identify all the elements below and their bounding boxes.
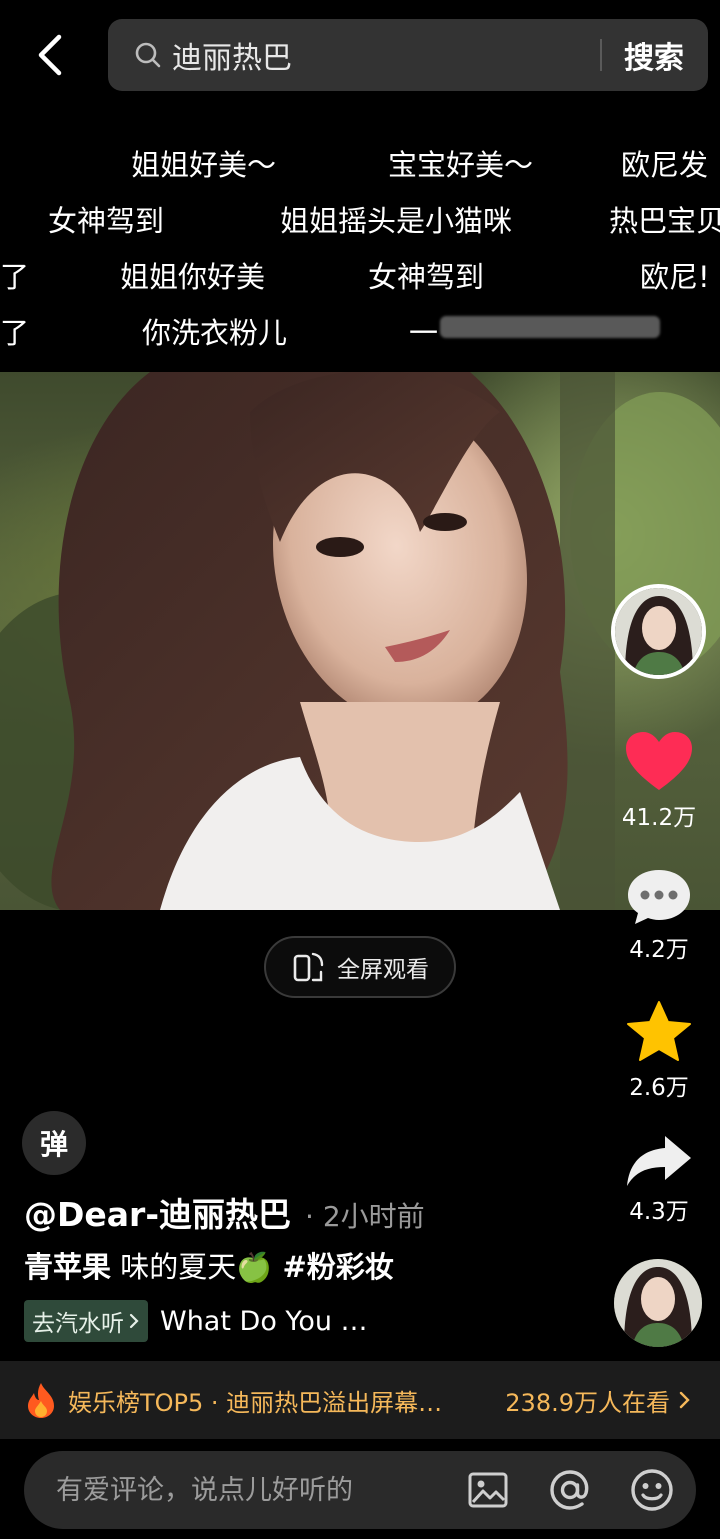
post-time: · 2小时前 xyxy=(305,1200,425,1233)
share-count: 4.3万 xyxy=(629,1199,689,1225)
danmaku-item: 姐姐摇头是小猫咪 xyxy=(280,204,513,238)
share-arrow-icon xyxy=(627,1136,691,1186)
danmaku-item: 女神驾到 xyxy=(48,204,165,238)
music-tag-label: 去汽水听 xyxy=(32,1311,124,1337)
share-button[interactable]: 4.3万 xyxy=(609,1134,709,1226)
caption-text: 味的夏天 xyxy=(111,1250,237,1284)
hot-ranking-text: 娱乐榜TOP5 · 迪丽热巴溢出屏幕… xyxy=(68,1388,443,1417)
comment-button[interactable]: 4.2万 xyxy=(609,866,709,964)
danmaku-item: 你洗衣粉儿 xyxy=(142,316,288,350)
favorite-count: 2.6万 xyxy=(629,1075,689,1101)
danmaku-item: 了 xyxy=(0,260,30,294)
emoji-icon[interactable] xyxy=(628,1466,676,1514)
danmaku-item: 姐姐你好美 xyxy=(120,260,266,294)
chevron-right-icon xyxy=(129,1313,139,1329)
danmaku-layer: 姐姐好美～ 宝宝好美～ 欧尼发 女神驾到 姐姐摇头是小猫咪 热巴宝贝 了 姐姐你… xyxy=(0,130,720,360)
back-button[interactable] xyxy=(22,24,78,86)
chevron-right-icon xyxy=(679,1391,690,1409)
comment-input[interactable] xyxy=(56,1474,436,1506)
danmaku-item: 宝宝好美～ xyxy=(388,148,534,182)
comment-bar xyxy=(24,1451,696,1529)
danmaku-item: 女神驾到 xyxy=(368,260,485,294)
fullscreen-label: 全屏观看 xyxy=(337,957,429,983)
author-name[interactable]: @Dear-迪丽热巴 xyxy=(24,1188,291,1236)
comment-icon xyxy=(628,870,690,924)
hashtag-link[interactable]: #粉彩妆 xyxy=(272,1250,393,1284)
image-icon[interactable] xyxy=(464,1466,512,1514)
avatar-portrait xyxy=(615,588,702,675)
search-input[interactable]: 迪丽热巴 xyxy=(172,33,600,77)
rotate-screen-icon xyxy=(293,952,324,982)
danmaku-toggle-button[interactable]: 弹 xyxy=(22,1111,86,1175)
music-disc-portrait xyxy=(614,1259,702,1347)
heart-icon xyxy=(626,732,692,790)
favorite-button[interactable]: 2.6万 xyxy=(609,1000,709,1102)
search-divider xyxy=(600,39,602,71)
danmaku-item: 了 xyxy=(0,316,30,350)
flame-icon xyxy=(28,1383,54,1418)
like-count: 41.2万 xyxy=(621,805,697,831)
viewer-count: 238.9万人在看 xyxy=(505,1388,670,1417)
star-icon xyxy=(627,1001,691,1061)
music-line[interactable]: 去汽水听 What Do You … xyxy=(24,1300,368,1342)
danmaku-item: 欧尼! xyxy=(640,260,710,294)
comment-count: 4.2万 xyxy=(629,937,689,963)
danmaku-item: 热巴宝贝 xyxy=(609,204,720,238)
search-bar[interactable]: 迪丽热巴 搜索 xyxy=(108,19,708,91)
author-line: @Dear-迪丽热巴 · 2小时前 xyxy=(24,1188,425,1236)
danmaku-item: 姐姐好美～ xyxy=(131,148,277,182)
video-caption: 青苹果 味的夏天🍏 #粉彩妆 xyxy=(24,1244,394,1286)
danmaku-item: 一 xyxy=(409,316,439,350)
search-icon xyxy=(134,41,162,69)
music-disc-avatar[interactable] xyxy=(614,1259,702,1347)
caption-keyword[interactable]: 青苹果 xyxy=(24,1250,111,1284)
music-tag[interactable]: 去汽水听 xyxy=(24,1300,148,1342)
mention-icon[interactable] xyxy=(546,1466,594,1514)
video-detail-page: 迪丽热巴 搜索 姐姐好美～ 宝宝好美～ 欧尼发 女神驾到 姐姐摇头是小猫咪 热巴… xyxy=(0,0,720,1539)
hot-ranking-bar[interactable]: 娱乐榜TOP5 · 迪丽热巴溢出屏幕… 238.9万人在看 xyxy=(0,1361,720,1439)
chevron-left-icon xyxy=(38,34,62,76)
music-title: What Do You … xyxy=(160,1305,368,1337)
green-apple-emoji: 🍏 xyxy=(236,1250,273,1284)
like-button[interactable]: 41.2万 xyxy=(609,730,709,832)
danmaku-item: 欧尼发 xyxy=(621,148,709,182)
fullscreen-button[interactable]: 全屏观看 xyxy=(264,936,456,998)
danmaku-item-blurred xyxy=(440,316,660,338)
search-button[interactable]: 搜索 xyxy=(624,33,684,77)
author-avatar[interactable] xyxy=(611,584,706,679)
